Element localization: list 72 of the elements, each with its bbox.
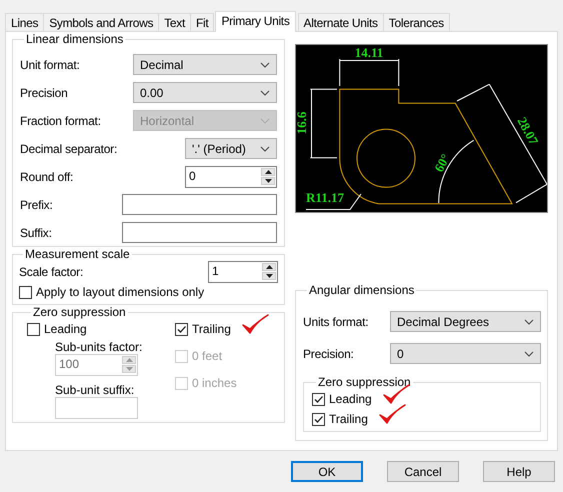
field-label: Prefix:: [20, 198, 53, 212]
field-label: Scale factor:: [19, 264, 84, 278]
group-title: Zero suppression: [32, 305, 127, 319]
dialog-button[interactable]: Cancel: [387, 461, 459, 482]
checkbox-label: Trailing: [329, 412, 368, 426]
spinner-field[interactable]: 1: [208, 260, 278, 282]
input-field[interactable]: [55, 397, 138, 419]
field-label: Sub-units factor:: [55, 340, 142, 354]
spin-down-button[interactable]: [262, 272, 276, 280]
down-arrow-icon: [264, 178, 272, 182]
dropdown[interactable]: Decimal Degrees: [390, 311, 541, 332]
chevron-icon: [260, 118, 270, 124]
input-field[interactable]: [122, 194, 277, 215]
dialog-button[interactable]: Help: [483, 461, 555, 482]
dimension-label: 14.11: [354, 45, 384, 60]
up-arrow-icon: [126, 358, 132, 362]
down-arrow-icon: [126, 367, 132, 371]
checkbox-label: 0 feet: [192, 349, 222, 363]
checkbox[interactable]: [312, 412, 325, 426]
up-arrow-icon: [266, 264, 272, 268]
dropdown[interactable]: 0: [390, 343, 541, 364]
chevron-icon: [260, 62, 270, 68]
leader-line: [306, 194, 362, 210]
input-field[interactable]: [122, 222, 277, 243]
dimension-label: 28.07: [514, 114, 542, 148]
checkbox-label: Leading: [329, 392, 372, 406]
spin-up-button[interactable]: [261, 168, 275, 176]
dropdown[interactable]: 0.00: [133, 82, 277, 103]
tab[interactable]: Fit: [190, 13, 214, 31]
spin-down-button[interactable]: [261, 176, 275, 184]
checkbox-label: 0 inches: [192, 376, 237, 390]
tab[interactable]: Alternate Units: [298, 13, 384, 31]
tab[interactable]: Lines: [5, 13, 44, 31]
dimension-line: [310, 88, 338, 158]
dimension-line: [339, 58, 400, 86]
field-label: Precision:: [303, 346, 354, 360]
dialog-button[interactable]: OK: [291, 461, 363, 482]
up-arrow-icon: [264, 170, 272, 174]
dropdown[interactable]: Decimal: [133, 54, 277, 75]
chevron-icon: [260, 90, 270, 96]
field-label: Sub-unit suffix:: [55, 383, 134, 397]
dropdown[interactable]: '.' (Period): [185, 138, 277, 159]
checkbox[interactable]: [175, 322, 188, 336]
chevron-icon: [524, 350, 534, 356]
field-label: Precision: [20, 86, 68, 100]
checkbox-label: Trailing: [192, 322, 231, 336]
tab[interactable]: Tolerances: [382, 13, 450, 31]
chevron-icon: [524, 318, 534, 324]
field-label: Units format:: [303, 314, 368, 328]
dimension-label: 16.6: [296, 112, 309, 134]
chevron-icon: [260, 146, 270, 152]
dimension-label: 60°: [431, 151, 453, 174]
spin-up-button[interactable]: [262, 262, 276, 270]
checkbox-label: Apply to layout dimensions only: [36, 285, 204, 299]
checkbox[interactable]: [312, 392, 325, 406]
checkbox[interactable]: [19, 286, 32, 298]
group-title: Angular dimensions: [308, 283, 416, 297]
field-label: Round off:: [20, 170, 74, 184]
field-label: Suffix:: [20, 226, 52, 240]
field-label: Fraction format:: [20, 114, 101, 128]
dimension-label: R11.17: [306, 190, 344, 205]
group-title: Measurement scale: [24, 247, 131, 261]
checkbox[interactable]: [27, 322, 40, 336]
field-label: Unit format:: [20, 58, 80, 72]
spinner-field[interactable]: 0: [185, 166, 277, 188]
down-arrow-icon: [266, 274, 272, 278]
group-title: Linear dimensions: [25, 32, 124, 46]
tab[interactable]: Primary Units: [215, 11, 296, 32]
tab[interactable]: Symbols and Arrows: [43, 13, 160, 31]
checkbox-label: Leading: [44, 322, 87, 336]
group-title: Zero suppression: [317, 375, 412, 389]
field-label: Decimal separator:: [20, 142, 118, 156]
